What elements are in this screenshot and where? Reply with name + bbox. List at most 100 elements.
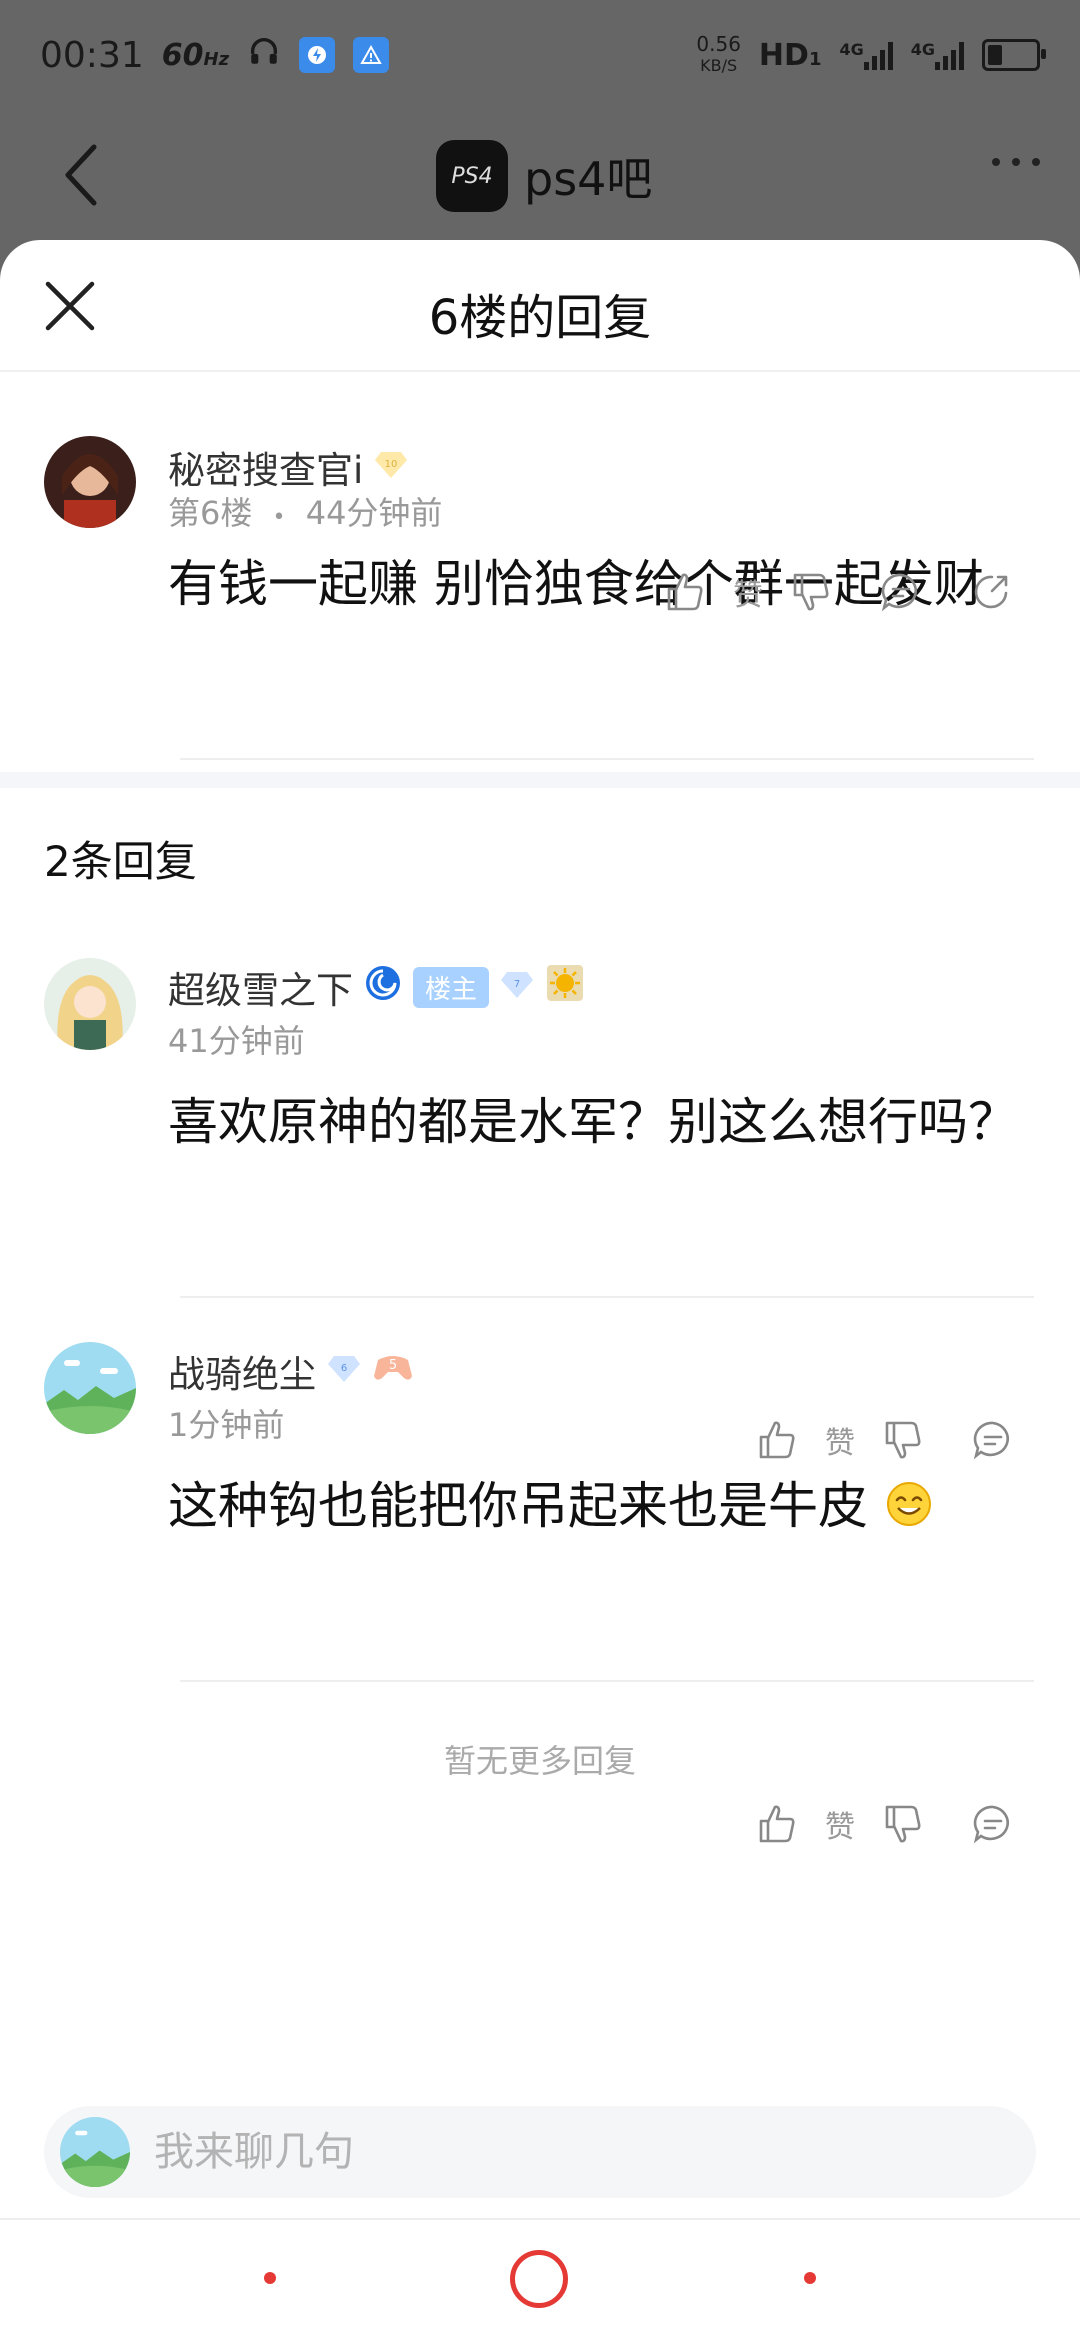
refresh-rate-unit: Hz [203,48,230,70]
hd-sub: 1 [808,48,822,70]
gamepad-badge-icon: 5 [372,1350,414,1393]
battery-icon [982,39,1046,71]
like-button[interactable] [752,1794,802,1854]
net-speed-unit: KB/S [700,56,738,75]
home-button[interactable] [510,2250,568,2308]
dislike-button[interactable] [786,562,836,622]
thumbs-down-icon [793,573,829,611]
level-number: 6 [341,1363,347,1374]
comment-icon [973,1805,1009,1844]
username-row: 秘密搜查官i 10 [168,440,409,494]
owner-tag: 楼主 [413,966,490,1008]
main-post: 秘密搜查官i 10 第6楼 • 44分钟前 有钱一起赚 别恰独食给个群一起发财 … [0,372,1080,774]
badge-level-number: 5 [389,1358,397,1373]
username[interactable]: 秘密搜查官i [168,440,363,494]
warning-icon [353,37,390,73]
sheet-header: 6楼的回复 [0,240,1080,372]
username[interactable]: 战骑绝尘 [168,1344,316,1398]
divider [0,2218,1080,2220]
back-nav-button[interactable] [804,2272,816,2284]
replies-count: 2条回复 [44,837,197,886]
level-number: 10 [385,459,398,470]
forum-header[interactable]: PS4 ps4吧 [436,140,652,212]
forum-logo: PS4 [436,140,508,212]
forum-name: ps4吧 [524,152,653,206]
share-icon [974,575,1008,609]
signal-2-icon: 4G [911,40,964,70]
like-button[interactable] [660,562,710,622]
app-shield-icon [299,37,336,73]
signal-1-icon: 4G [839,40,893,70]
divider [180,1296,1034,1298]
reply-content: 这种钩也能把你吊起来也是牛皮 [168,1466,934,1541]
dislike-button[interactable] [878,1794,928,1854]
hd-label: HD [758,37,809,73]
net-type-1: 4G [839,40,864,59]
post-time: 44分钟前 [305,494,443,532]
comment-icon [881,573,917,612]
comment-input-bar[interactable] [44,2106,1036,2198]
net-speed: 0.56 KB/S [696,34,741,76]
no-more-replies: 暂无更多回复 [443,1742,636,1780]
floor-label: 第6楼 [168,494,253,532]
forum-logo-text: PS4 [451,163,493,189]
refresh-rate: 60Hz [162,38,229,73]
status-bar: 00:31 60Hz 0.56 KB/S HD1 4G 4G [0,0,1080,110]
swirl-badge-icon [363,963,403,1012]
reply-actions: 赞 [752,1794,1018,1854]
reply-time: 1分钟前 [168,1406,285,1444]
recent-apps-button[interactable] [264,2272,276,2284]
dislike-button[interactable] [878,1410,928,1470]
more-button[interactable] [992,158,1040,166]
post-actions: 赞 [660,562,1016,622]
level-badge-icon: 7 [499,966,535,1009]
divider [180,1680,1034,1682]
thumbs-up-icon [667,573,703,611]
net-speed-value: 0.56 [696,32,741,56]
system-nav-bar [0,2228,1080,2340]
comment-button[interactable] [876,562,926,622]
net-type-2: 4G [910,40,935,59]
post-meta: 第6楼 • 44分钟前 [168,488,442,534]
hd-indicator: HD1 [759,38,822,73]
thumbs-up-icon [759,1421,795,1459]
reply-time: 41分钟前 [168,1022,305,1060]
level-number: 7 [514,979,520,990]
reply-sheet: 6楼的回复 秘密搜查官i 10 第6楼 • 44分钟前 有钱一起赚 别恰独食给个… [0,240,1080,2340]
reply-text: 这种钩也能把你吊起来也是牛皮 [168,1477,868,1535]
comment-button[interactable] [968,1410,1018,1470]
comment-input[interactable] [152,2128,956,2176]
share-button[interactable] [966,562,1016,622]
comment-button[interactable] [968,1794,1018,1854]
meta-separator: • [272,505,286,530]
refresh-rate-value: 60 [161,37,204,73]
sheet-title: 6楼的回复 [428,290,652,346]
status-time: 00:31 [40,34,144,76]
thumbs-down-icon [885,1421,921,1459]
username[interactable]: 超级雪之下 [168,960,353,1014]
back-button[interactable] [40,135,120,215]
comment-icon [973,1421,1009,1460]
avatar[interactable] [44,1342,136,1434]
reply-actions: 赞 [752,1410,1018,1470]
level-badge-icon: 10 [373,446,409,489]
sun-badge-icon [545,963,585,1012]
like-label[interactable]: 赞 [720,570,776,614]
thumbs-up-icon [759,1805,795,1843]
avatar[interactable] [44,958,136,1050]
chevron-left-icon [65,144,97,206]
avatar[interactable] [44,436,136,528]
headphones-icon [247,34,281,77]
like-button[interactable] [752,1410,802,1470]
like-label[interactable]: 赞 [812,1418,868,1462]
section-separator [0,772,1080,788]
username-row: 超级雪之下 楼主 7 [168,960,585,1014]
divider [180,758,1034,760]
username-row: 战骑绝尘 6 5 [168,1344,414,1398]
reply-content: 喜欢原神的都是水军？别这么想行吗？ [168,1093,1018,1151]
thumbs-down-icon [885,1805,921,1843]
like-label[interactable]: 赞 [812,1802,868,1846]
smile-emoji-icon [884,1479,934,1541]
level-badge-icon: 6 [326,1350,362,1393]
avatar [60,2117,130,2187]
